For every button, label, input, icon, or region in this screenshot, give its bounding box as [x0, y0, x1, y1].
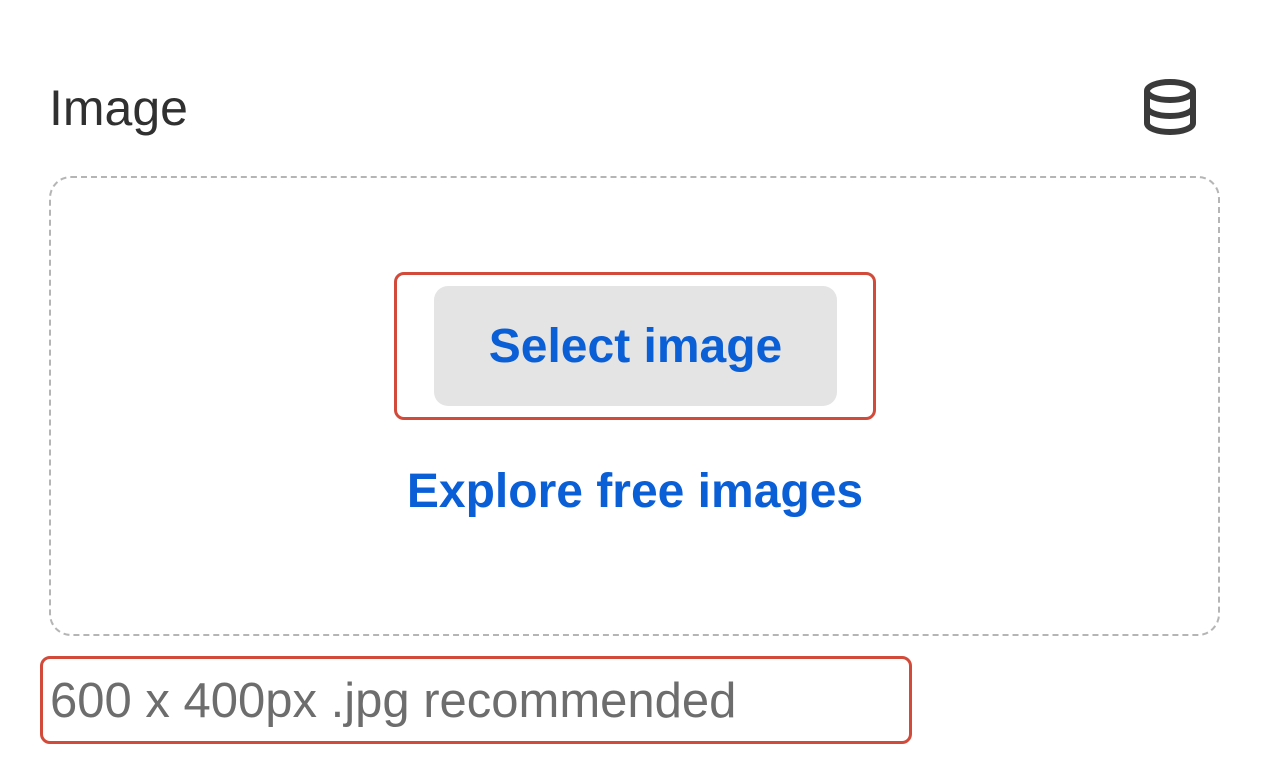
highlight-box-select-image	[394, 272, 876, 420]
field-label: Image	[49, 80, 188, 136]
highlight-box-hint	[40, 656, 912, 744]
explore-free-images-link[interactable]: Explore free images	[340, 458, 930, 524]
database-icon	[1144, 79, 1196, 136]
dynamic-source-button[interactable]	[1132, 74, 1208, 140]
image-field-panel: Image Select image Explore free images 6…	[0, 0, 1285, 758]
